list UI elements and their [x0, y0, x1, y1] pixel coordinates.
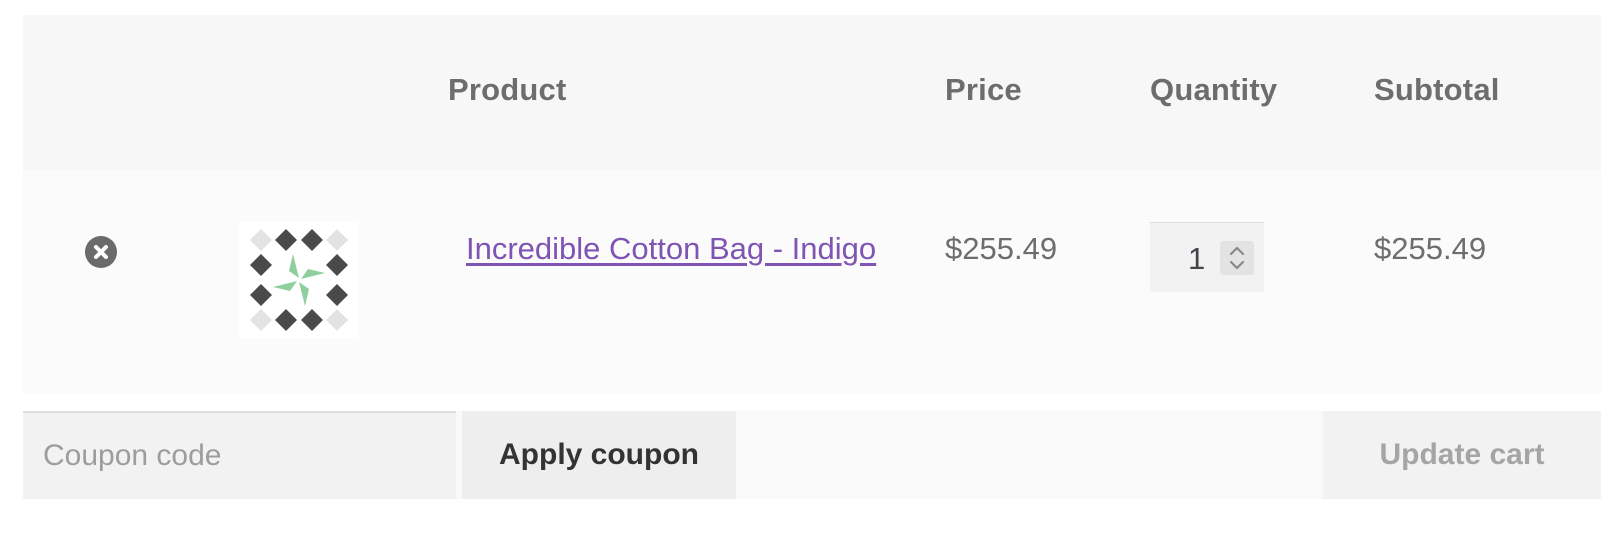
- cart-table-header: Product Price Quantity Subtotal: [23, 15, 1601, 171]
- coupon-code-input[interactable]: [23, 411, 456, 499]
- product-price: $255.49: [945, 231, 1058, 266]
- product-thumbnail[interactable]: [239, 221, 359, 339]
- quantity-spinner[interactable]: [1220, 241, 1254, 275]
- update-cart-button[interactable]: Update cart: [1323, 411, 1601, 499]
- quantity-value[interactable]: 1: [1188, 241, 1205, 277]
- header-quantity: Quantity: [1150, 72, 1278, 107]
- header-subtotal: Subtotal: [1374, 72, 1500, 107]
- remove-x-icon: [94, 245, 108, 259]
- pinwheel-pattern-thumbnail-icon: [250, 229, 348, 331]
- remove-item-button[interactable]: [85, 236, 117, 268]
- product-name-link[interactable]: Incredible Cotton Bag - Indigo: [466, 231, 876, 267]
- cart-actions: Apply coupon Update cart: [23, 411, 1601, 499]
- apply-coupon-button[interactable]: Apply coupon: [462, 411, 736, 499]
- cart-item-row: Incredible Cotton Bag - Indigo $255.49 1…: [23, 171, 1601, 393]
- product-subtotal: $255.49: [1374, 231, 1487, 266]
- header-price: Price: [945, 72, 1022, 107]
- quantity-stepper[interactable]: 1: [1150, 222, 1264, 292]
- chevron-up-down-icon: [1229, 246, 1245, 270]
- header-product: Product: [448, 72, 567, 107]
